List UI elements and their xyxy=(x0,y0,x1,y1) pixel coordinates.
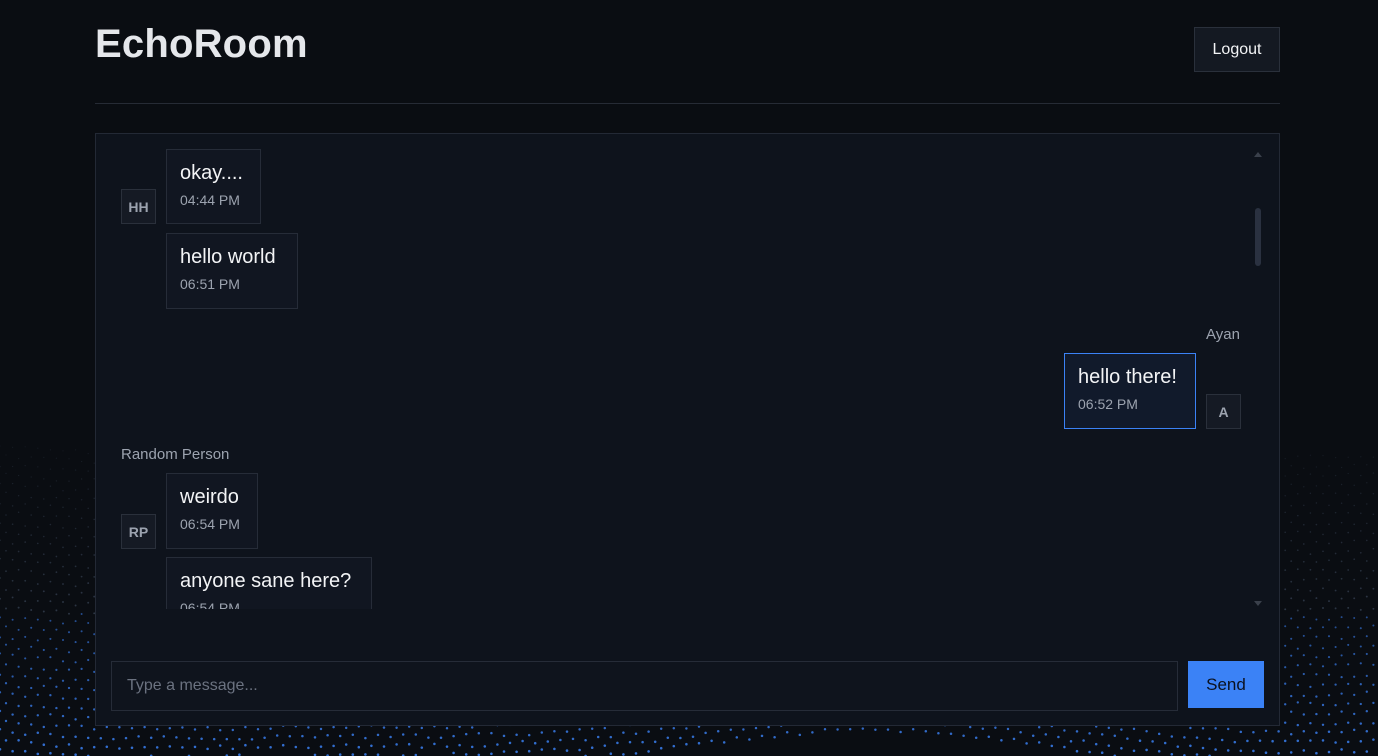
header: EchoRoom Logout xyxy=(95,0,1280,104)
message-time: 06:54 PM xyxy=(180,516,240,532)
message-text: hello world xyxy=(180,246,276,268)
message-text: hello there! xyxy=(1078,366,1177,388)
message-input[interactable] xyxy=(111,661,1178,711)
send-button[interactable]: Send xyxy=(1188,661,1264,708)
message-composer: Send xyxy=(111,661,1264,711)
logout-button[interactable]: Logout xyxy=(1194,27,1280,72)
avatar: A xyxy=(1206,394,1241,429)
message-bubble-own: hello there! 06:52 PM xyxy=(1064,353,1196,429)
message-bubble: okay.... 04:44 PM xyxy=(166,149,261,224)
message-text: anyone sane here? xyxy=(180,570,352,592)
message-time: 06:51 PM xyxy=(180,276,240,292)
app-container: EchoRoom Logout okay.... 04:44 PM HH hel… xyxy=(95,0,1280,756)
sender-name: Ayan xyxy=(1206,326,1240,343)
chat-panel: okay.... 04:44 PM HH hello world 06:51 P… xyxy=(95,133,1280,726)
sender-name: Random Person xyxy=(121,446,230,463)
message-time: 04:44 PM xyxy=(180,192,240,208)
app-title: EchoRoom xyxy=(95,22,308,66)
scroll-thumb[interactable] xyxy=(1255,208,1261,266)
message-text: okay.... xyxy=(180,162,243,184)
avatar: RP xyxy=(121,514,156,549)
message-time: 06:52 PM xyxy=(1078,396,1138,412)
message-bubble: weirdo 06:54 PM xyxy=(166,473,258,549)
message-list[interactable]: okay.... 04:44 PM HH hello world 06:51 P… xyxy=(96,148,1261,609)
message-scrollbar[interactable] xyxy=(1253,150,1263,608)
message-text: weirdo xyxy=(180,486,239,508)
scroll-up-arrow-icon[interactable] xyxy=(1254,152,1262,157)
message-time: 06:54 PM xyxy=(180,600,240,609)
message-bubble: anyone sane here? 06:54 PM xyxy=(166,557,372,609)
message-bubble: hello world 06:51 PM xyxy=(166,233,298,309)
scroll-down-arrow-icon[interactable] xyxy=(1254,601,1262,606)
avatar: HH xyxy=(121,189,156,224)
